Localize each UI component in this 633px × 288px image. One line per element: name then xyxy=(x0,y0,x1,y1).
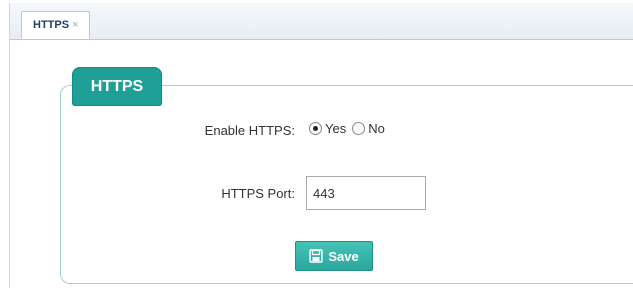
https-port-input[interactable] xyxy=(306,176,426,210)
close-icon[interactable]: × xyxy=(72,19,78,31)
enable-https-label: Enable HTTPS: xyxy=(204,123,295,138)
tab-https[interactable]: HTTPS × xyxy=(21,11,90,39)
save-button-label: Save xyxy=(328,248,359,264)
section-title: HTTPS xyxy=(72,67,162,106)
radio-selected-dot xyxy=(313,126,318,131)
enable-yes-radio[interactable] xyxy=(309,122,322,135)
https-port-label: HTTPS Port: xyxy=(221,186,295,201)
enable-no-label[interactable]: No xyxy=(368,121,385,136)
tab-label: HTTPS xyxy=(33,19,70,31)
enable-https-radio-group: Yes No xyxy=(309,121,391,136)
save-button[interactable]: Save xyxy=(295,241,373,271)
floppy-disk-icon xyxy=(309,249,324,263)
tab-bar: HTTPS × xyxy=(10,3,633,40)
enable-yes-label[interactable]: Yes xyxy=(325,121,346,136)
enable-no-radio[interactable] xyxy=(352,122,366,135)
